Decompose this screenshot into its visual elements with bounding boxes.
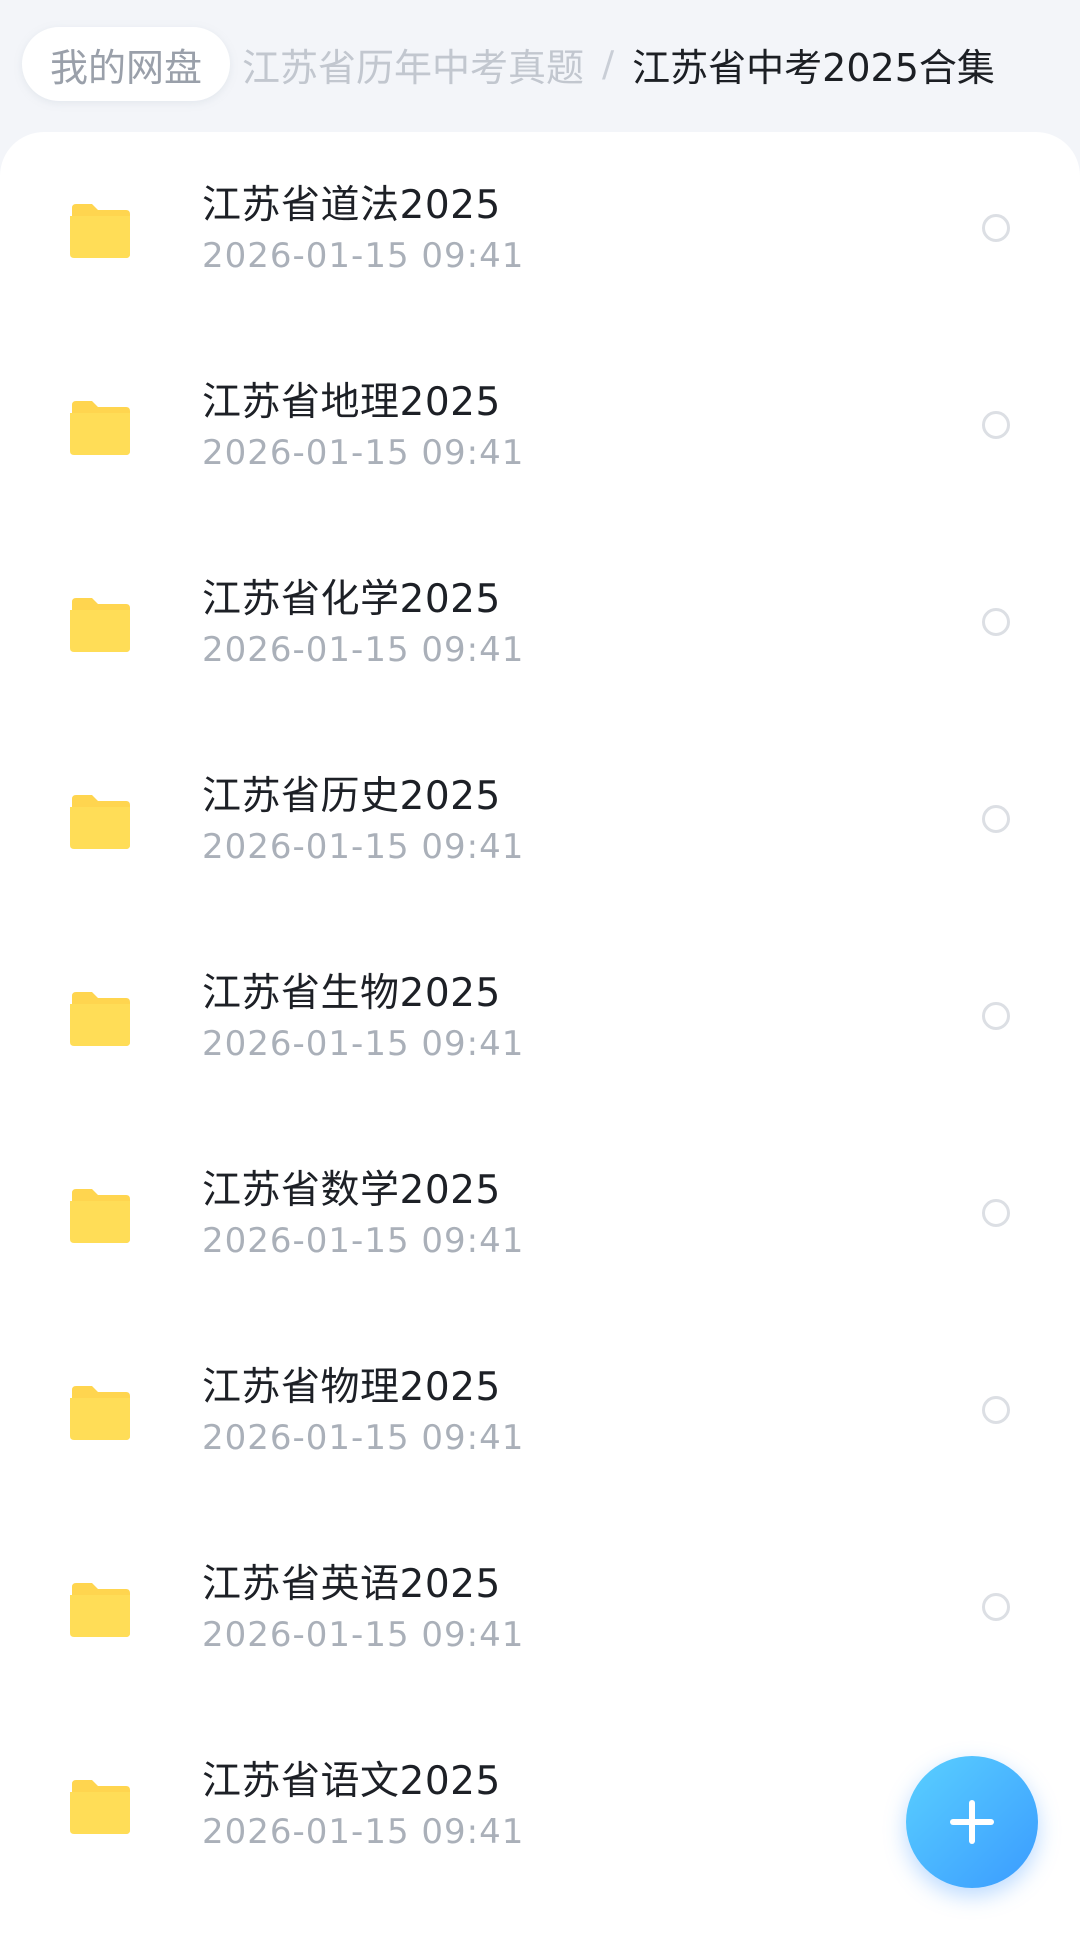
file-row[interactable]: 江苏省化学2025 2026-01-15 09:41 [0, 526, 1080, 723]
add-button[interactable] [906, 1756, 1038, 1888]
breadcrumb-separator: / [602, 43, 615, 85]
file-date: 2026-01-15 09:41 [202, 1221, 525, 1261]
file-row[interactable]: 江苏省地理2025 2026-01-15 09:41 [0, 329, 1080, 526]
folder-icon [68, 598, 132, 652]
select-radio[interactable] [982, 1199, 1010, 1227]
file-date: 2026-01-15 09:41 [202, 630, 525, 670]
folder-icon [68, 401, 132, 455]
select-radio[interactable] [982, 608, 1010, 636]
file-date: 2026-01-15 09:41 [202, 827, 525, 867]
select-radio[interactable] [982, 411, 1010, 439]
file-browser-page: 我的网盘 江苏省历年中考真题 / 江苏省中考2025合集 江苏省道法2025 2… [0, 0, 1080, 1935]
file-row[interactable]: 江苏省历史2025 2026-01-15 09:41 [0, 723, 1080, 920]
select-radio[interactable] [982, 1396, 1010, 1424]
file-row[interactable]: 江苏省数学2025 2026-01-15 09:41 [0, 1117, 1080, 1314]
file-date: 2026-01-15 09:41 [202, 1615, 525, 1655]
select-radio[interactable] [982, 805, 1010, 833]
file-list: 江苏省道法2025 2026-01-15 09:41 江苏省地理2025 202… [0, 132, 1080, 1935]
folder-icon [68, 795, 132, 849]
breadcrumb: 我的网盘 江苏省历年中考真题 / 江苏省中考2025合集 [0, 0, 1080, 128]
file-date: 2026-01-15 09:41 [202, 1418, 525, 1458]
file-row[interactable]: 江苏省英语2025 2026-01-15 09:41 [0, 1511, 1080, 1708]
folder-icon [68, 204, 132, 258]
folder-icon [68, 1189, 132, 1243]
breadcrumb-current-folder: 江苏省中考2025合集 [632, 45, 995, 90]
select-radio[interactable] [982, 1002, 1010, 1030]
file-name: 江苏省语文2025 [202, 1759, 501, 1804]
file-name: 江苏省地理2025 [202, 380, 501, 425]
breadcrumb-root[interactable]: 我的网盘 [22, 27, 231, 101]
folder-icon [68, 1780, 132, 1834]
folder-icon [68, 992, 132, 1046]
file-row[interactable]: 江苏省生物2025 2026-01-15 09:41 [0, 920, 1080, 1117]
file-date: 2026-01-15 09:41 [202, 433, 525, 473]
breadcrumb-parent-folder[interactable]: 江苏省历年中考真题 [242, 37, 584, 92]
folder-icon [68, 1386, 132, 1440]
file-date: 2026-01-15 09:41 [202, 1024, 525, 1064]
file-date: 2026-01-15 09:41 [202, 236, 525, 276]
select-radio[interactable] [982, 214, 1010, 242]
file-name: 江苏省英语2025 [202, 1562, 501, 1607]
plus-icon [948, 1798, 996, 1846]
file-date: 2026-01-15 09:41 [202, 1812, 525, 1852]
file-name: 江苏省道法2025 [202, 183, 501, 228]
file-name: 江苏省物理2025 [202, 1365, 501, 1410]
file-name: 江苏省历史2025 [202, 774, 501, 819]
file-name: 江苏省数学2025 [202, 1168, 501, 1213]
file-name: 江苏省生物2025 [202, 971, 501, 1016]
select-radio[interactable] [982, 1593, 1010, 1621]
folder-icon [68, 1583, 132, 1637]
file-row[interactable]: 江苏省物理2025 2026-01-15 09:41 [0, 1314, 1080, 1511]
file-name: 江苏省化学2025 [202, 577, 501, 622]
file-row[interactable]: 江苏省道法2025 2026-01-15 09:41 [0, 132, 1080, 329]
